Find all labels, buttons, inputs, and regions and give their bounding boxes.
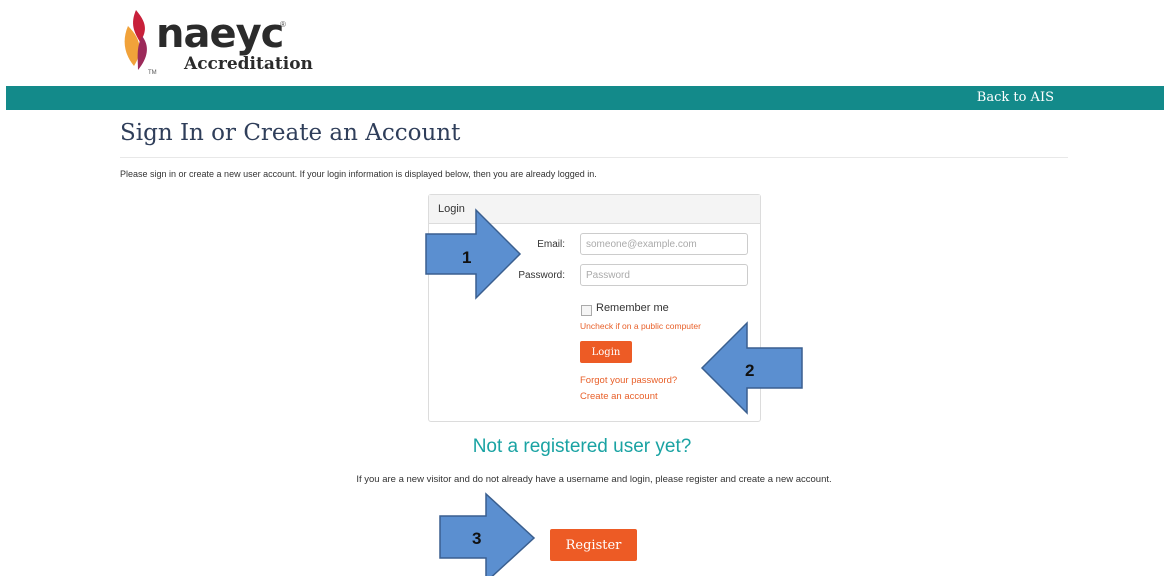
brand-subtitle: Accreditation [184,54,313,74]
public-computer-hint: Uncheck if on a public computer [580,321,701,331]
brand-name: naeyc [156,11,284,57]
register-heading: Not a registered user yet? [472,436,692,457]
naeyc-logo: naeyc ® TM Accreditation [120,8,320,78]
register-button[interactable]: Register [550,529,637,561]
forgot-password-link[interactable]: Forgot your password? [580,375,677,386]
login-button[interactable]: Login [580,341,632,363]
top-nav-bar: Back to AIS [6,86,1164,110]
create-account-link[interactable]: Create an account [580,391,658,402]
intro-text: Please sign in or create a new user acco… [120,169,597,179]
remember-me-checkbox[interactable] [581,305,592,316]
annotation-arrow-1: 1 [425,208,522,300]
trademark-mark: TM [148,70,157,76]
annotation-arrow-2: 2 [700,321,803,415]
annotation-arrow-3: 3 [439,492,536,576]
page-title: Sign In or Create an Account [120,120,461,146]
flame-icon [124,10,147,70]
annotation-number-1: 1 [462,248,471,267]
annotation-number-3: 3 [472,529,481,548]
remember-me-label[interactable]: Remember me [596,302,669,314]
register-text: If you are a new visitor and do not alre… [356,474,832,485]
password-input[interactable] [580,264,748,286]
registered-mark: ® [280,20,286,29]
email-input[interactable] [580,233,748,255]
back-to-ais-link[interactable]: Back to AIS [977,90,1054,105]
title-divider [120,157,1068,158]
annotation-number-2: 2 [745,361,754,380]
